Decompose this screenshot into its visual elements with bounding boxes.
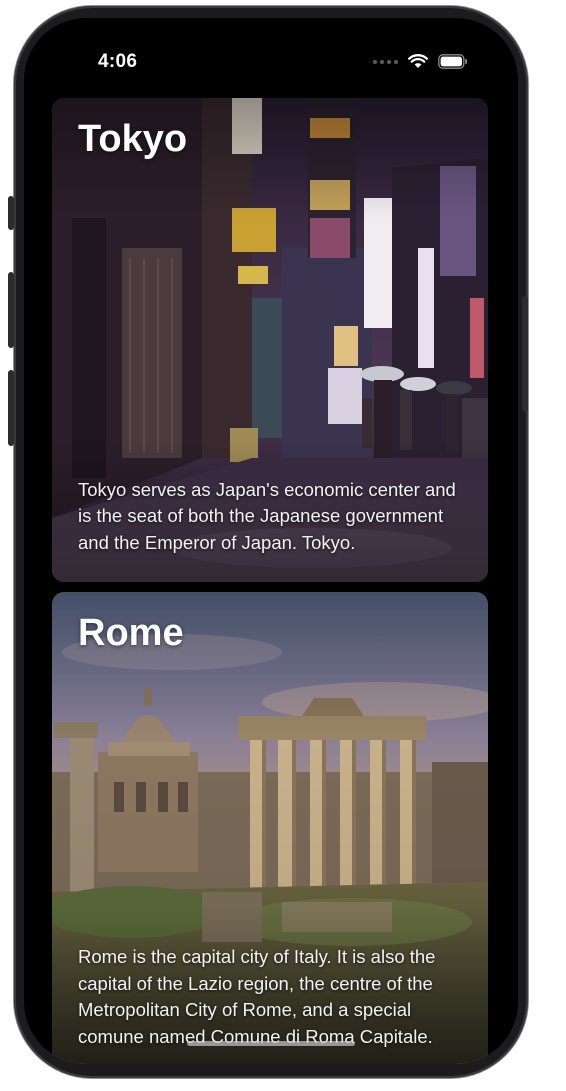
status-bar: 4:06	[24, 18, 518, 98]
card-title: Rome	[78, 612, 184, 654]
volume-down-button	[8, 370, 14, 446]
city-card-tokyo[interactable]: Tokyo Tokyo serves as Japan's economic c…	[52, 98, 488, 582]
status-icons	[373, 54, 468, 69]
card-description: Rome is the capital city of Italy. It is…	[78, 946, 436, 1047]
wifi-icon	[408, 54, 428, 68]
battery-icon	[438, 54, 467, 69]
home-indicator[interactable]	[187, 1041, 355, 1046]
volume-up-button	[8, 272, 14, 348]
mute-switch	[8, 196, 14, 230]
card-description: Tokyo serves as Japan's economic center …	[78, 478, 456, 553]
cellular-signal-icon	[373, 59, 398, 64]
city-card-rome[interactable]: Rome Rome is the capital city of Italy. …	[52, 592, 488, 1064]
power-button	[522, 296, 528, 412]
card-title: Tokyo	[78, 118, 188, 160]
phone-screen: 4:06 Tokyo Tokyo serves as Japan's econo…	[24, 18, 518, 1064]
status-time: 4:06	[98, 51, 138, 72]
